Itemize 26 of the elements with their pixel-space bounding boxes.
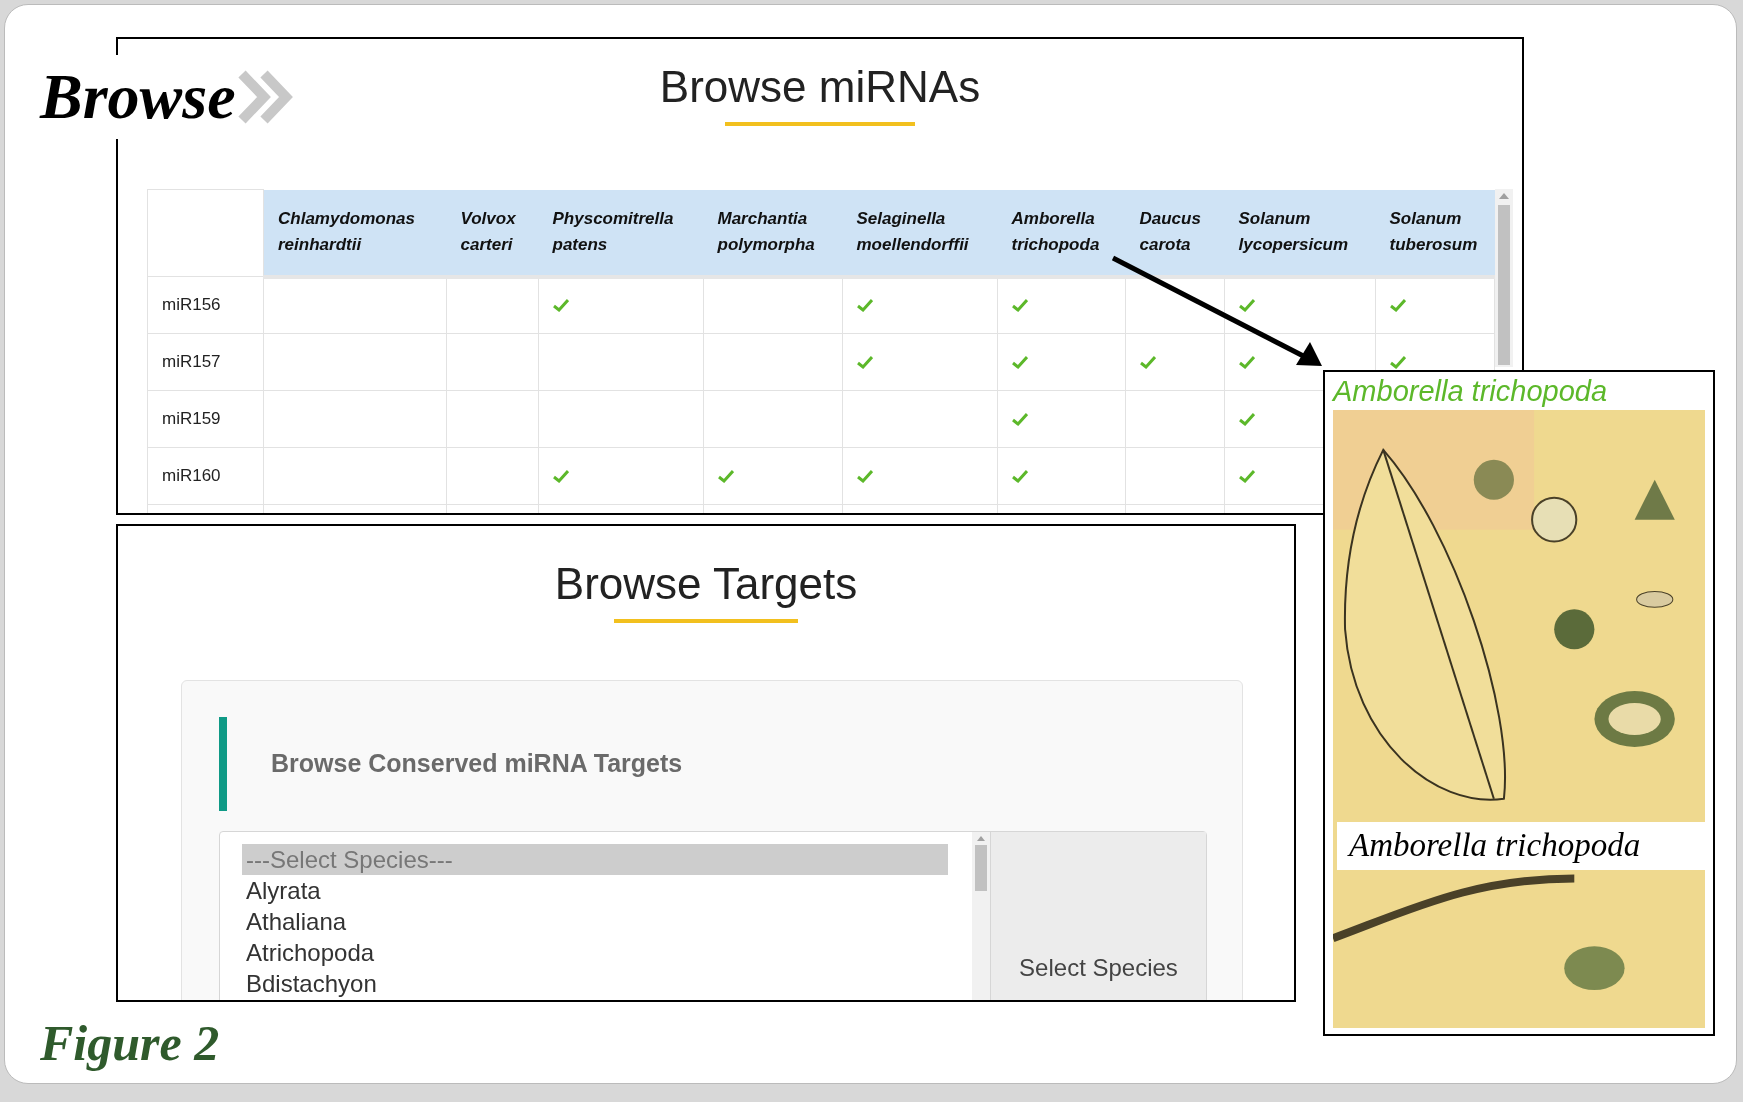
header-cell: Marchantia polymorpha: [703, 189, 843, 277]
figure-caption: Figure 2: [40, 1014, 220, 1073]
section-label: Browse: [40, 60, 236, 134]
picture-caption: Amborella trichopoda: [1349, 826, 1641, 866]
row-label-cell: miR156: [147, 276, 264, 334]
header-cell: Solanum lycopersicum: [1224, 189, 1376, 277]
header-cell: Selaginella moellendorffii: [842, 189, 998, 277]
panel-title: Browse miRNAs: [659, 61, 981, 113]
card-heading: Browse Conserved miRNA Targets: [271, 748, 683, 780]
species-option[interactable]: Alyrata: [242, 875, 948, 906]
header-cell: Solanum tuberosum: [1375, 189, 1495, 277]
species-title: Amborella trichopoda: [1333, 374, 1609, 409]
header-cell: Volvox carteri: [446, 189, 539, 277]
header-cell: Amborella trichopoda: [997, 189, 1126, 277]
row-label-cell: miR157: [147, 333, 264, 391]
header-cell: Physcomitrella patens: [538, 189, 704, 277]
panel-title: Browse Targets: [554, 558, 858, 610]
select-species-button[interactable]: Select Species: [990, 832, 1206, 1000]
species-option[interactable]: Atrichopoda: [242, 937, 948, 968]
header-cell: Chlamydomonas reinhardtii: [263, 189, 447, 277]
row-label-cell: miR159: [147, 390, 264, 448]
header-cell: Daucus carota: [1125, 189, 1225, 277]
species-option[interactable]: Athaliana: [242, 906, 948, 937]
species-listbox[interactable]: ---Select Species--- Alyrata Athaliana Atrichopoda Bdistachyon: [220, 832, 972, 1000]
row-label-cell: miR160: [147, 447, 264, 505]
species-option[interactable]: Bdistachyon: [242, 968, 948, 999]
